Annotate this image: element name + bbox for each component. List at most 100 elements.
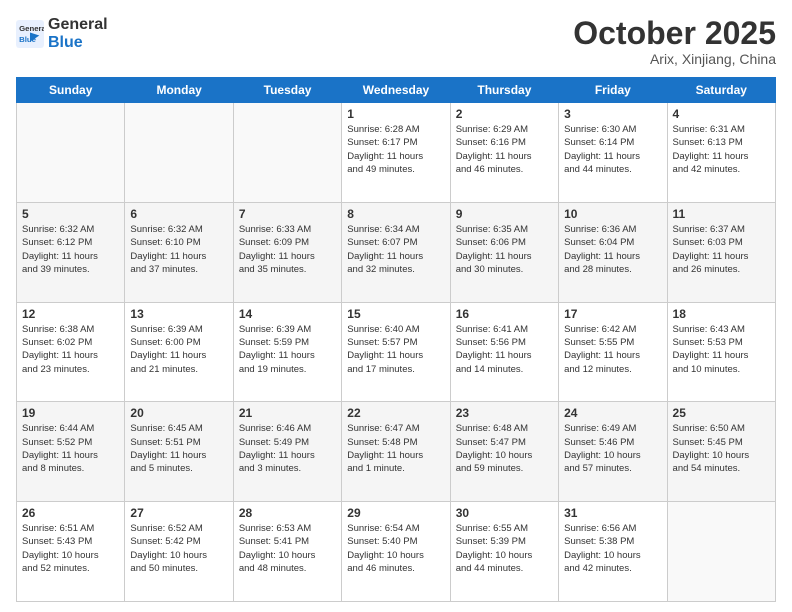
day-number: 7 <box>239 207 336 221</box>
day-number: 13 <box>130 307 227 321</box>
day-number: 11 <box>673 207 770 221</box>
svg-text:General: General <box>19 23 44 32</box>
header-day-thursday: Thursday <box>450 78 558 103</box>
day-number: 25 <box>673 406 770 420</box>
day-number: 12 <box>22 307 119 321</box>
day-cell: 10Sunrise: 6:36 AM Sunset: 6:04 PM Dayli… <box>559 202 667 302</box>
day-number: 3 <box>564 107 661 121</box>
day-info: Sunrise: 6:56 AM Sunset: 5:38 PM Dayligh… <box>564 522 661 575</box>
day-info: Sunrise: 6:31 AM Sunset: 6:13 PM Dayligh… <box>673 123 770 176</box>
day-cell: 3 Sunrise: 6:30 AM Sunset: 6:14 PM Daylig… <box>559 103 667 203</box>
day-number: 4 <box>673 107 770 121</box>
week-row-5: 26Sunrise: 6:51 AM Sunset: 5:43 PM Dayli… <box>17 502 776 602</box>
day-cell: 23 Sunrise: 6:48 AM Sunset: 5:47 PM Dayli… <box>450 402 558 502</box>
day-cell <box>125 103 233 203</box>
day-cell: 11 Sunrise: 6:37 AM Sunset: 6:03 PM Dayli… <box>667 202 775 302</box>
day-info: Sunrise: 6:34 AM Sunset: 6:07 PM Dayligh… <box>347 223 444 276</box>
day-cell <box>233 103 341 203</box>
day-number: 10 <box>564 207 661 221</box>
day-info: Sunrise: 6:29 AM Sunset: 6:16 PM Dayligh… <box>456 123 553 176</box>
day-cell: 19Sunrise: 6:44 AM Sunset: 5:52 PM Dayli… <box>17 402 125 502</box>
main-title: October 2025 <box>573 16 776 51</box>
day-cell: 13Sunrise: 6:39 AM Sunset: 6:00 PM Dayli… <box>125 302 233 402</box>
day-info: Sunrise: 6:33 AM Sunset: 6:09 PM Dayligh… <box>239 223 336 276</box>
day-number: 17 <box>564 307 661 321</box>
week-row-1: 1Sunrise: 6:28 AM Sunset: 6:17 PM Daylig… <box>17 103 776 203</box>
day-cell <box>667 502 775 602</box>
calendar-header: SundayMondayTuesdayWednesdayThursdayFrid… <box>17 78 776 103</box>
day-info: Sunrise: 6:54 AM Sunset: 5:40 PM Dayligh… <box>347 522 444 575</box>
day-cell: 22Sunrise: 6:47 AM Sunset: 5:48 PM Dayli… <box>342 402 450 502</box>
day-number: 14 <box>239 307 336 321</box>
day-number: 6 <box>130 207 227 221</box>
day-cell: 12 Sunrise: 6:38 AM Sunset: 6:02 PM Dayli… <box>17 302 125 402</box>
subtitle: Arix, Xinjiang, China <box>573 51 776 67</box>
day-info: Sunrise: 6:37 AM Sunset: 6:03 PM Dayligh… <box>673 223 770 276</box>
day-number: 30 <box>456 506 553 520</box>
header: General Blue General Blue October 2025 A… <box>16 16 776 67</box>
day-info: Sunrise: 6:50 AM Sunset: 5:45 PM Dayligh… <box>673 422 770 475</box>
day-cell: 17 Sunrise: 6:42 AM Sunset: 5:55 PM Dayli… <box>559 302 667 402</box>
day-number: 21 <box>239 406 336 420</box>
day-number: 27 <box>130 506 227 520</box>
day-number: 31 <box>564 506 661 520</box>
day-info: Sunrise: 6:48 AM Sunset: 5:47 PM Dayligh… <box>456 422 553 475</box>
day-number: 22 <box>347 406 444 420</box>
week-row-4: 19Sunrise: 6:44 AM Sunset: 5:52 PM Dayli… <box>17 402 776 502</box>
day-number: 20 <box>130 406 227 420</box>
header-day-saturday: Saturday <box>667 78 775 103</box>
day-cell: 21 Sunrise: 6:46 AM Sunset: 5:49 PM Dayli… <box>233 402 341 502</box>
day-cell: 4 Sunrise: 6:31 AM Sunset: 6:13 PM Daylig… <box>667 103 775 203</box>
calendar-table: SundayMondayTuesdayWednesdayThursdayFrid… <box>16 77 776 602</box>
day-info: Sunrise: 6:44 AM Sunset: 5:52 PM Dayligh… <box>22 422 119 475</box>
day-info: Sunrise: 6:40 AM Sunset: 5:57 PM Dayligh… <box>347 323 444 376</box>
day-cell: 15Sunrise: 6:40 AM Sunset: 5:57 PM Dayli… <box>342 302 450 402</box>
day-cell: 20 Sunrise: 6:45 AM Sunset: 5:51 PM Dayli… <box>125 402 233 502</box>
day-number: 16 <box>456 307 553 321</box>
title-block: October 2025 Arix, Xinjiang, China <box>573 16 776 67</box>
week-row-3: 12 Sunrise: 6:38 AM Sunset: 6:02 PM Dayli… <box>17 302 776 402</box>
header-row: SundayMondayTuesdayWednesdayThursdayFrid… <box>17 78 776 103</box>
header-day-tuesday: Tuesday <box>233 78 341 103</box>
day-cell: 7 Sunrise: 6:33 AM Sunset: 6:09 PM Daylig… <box>233 202 341 302</box>
day-info: Sunrise: 6:45 AM Sunset: 5:51 PM Dayligh… <box>130 422 227 475</box>
day-info: Sunrise: 6:28 AM Sunset: 6:17 PM Dayligh… <box>347 123 444 176</box>
day-cell: 9 Sunrise: 6:35 AM Sunset: 6:06 PM Daylig… <box>450 202 558 302</box>
day-info: Sunrise: 6:46 AM Sunset: 5:49 PM Dayligh… <box>239 422 336 475</box>
day-cell: 30 Sunrise: 6:55 AM Sunset: 5:39 PM Dayli… <box>450 502 558 602</box>
day-number: 5 <box>22 207 119 221</box>
day-number: 24 <box>564 406 661 420</box>
day-number: 8 <box>347 207 444 221</box>
day-info: Sunrise: 6:35 AM Sunset: 6:06 PM Dayligh… <box>456 223 553 276</box>
day-cell: 24 Sunrise: 6:49 AM Sunset: 5:46 PM Dayli… <box>559 402 667 502</box>
day-info: Sunrise: 6:49 AM Sunset: 5:46 PM Dayligh… <box>564 422 661 475</box>
logo-icon: General Blue <box>16 20 44 48</box>
day-cell: 6 Sunrise: 6:32 AM Sunset: 6:10 PM Daylig… <box>125 202 233 302</box>
day-info: Sunrise: 6:53 AM Sunset: 5:41 PM Dayligh… <box>239 522 336 575</box>
day-info: Sunrise: 6:51 AM Sunset: 5:43 PM Dayligh… <box>22 522 119 575</box>
calendar-body: 1Sunrise: 6:28 AM Sunset: 6:17 PM Daylig… <box>17 103 776 602</box>
header-day-sunday: Sunday <box>17 78 125 103</box>
day-number: 23 <box>456 406 553 420</box>
day-cell: 25 Sunrise: 6:50 AM Sunset: 5:45 PM Dayli… <box>667 402 775 502</box>
day-cell: 26Sunrise: 6:51 AM Sunset: 5:43 PM Dayli… <box>17 502 125 602</box>
header-day-monday: Monday <box>125 78 233 103</box>
header-day-friday: Friday <box>559 78 667 103</box>
day-number: 18 <box>673 307 770 321</box>
svg-text:Blue: Blue <box>19 34 37 43</box>
week-row-2: 5 Sunrise: 6:32 AM Sunset: 6:12 PM Daylig… <box>17 202 776 302</box>
day-info: Sunrise: 6:30 AM Sunset: 6:14 PM Dayligh… <box>564 123 661 176</box>
day-info: Sunrise: 6:32 AM Sunset: 6:10 PM Dayligh… <box>130 223 227 276</box>
day-info: Sunrise: 6:32 AM Sunset: 6:12 PM Dayligh… <box>22 223 119 276</box>
logo-text: General Blue <box>48 16 108 51</box>
day-info: Sunrise: 6:38 AM Sunset: 6:02 PM Dayligh… <box>22 323 119 376</box>
logo: General Blue General Blue <box>16 16 108 51</box>
day-info: Sunrise: 6:52 AM Sunset: 5:42 PM Dayligh… <box>130 522 227 575</box>
day-info: Sunrise: 6:42 AM Sunset: 5:55 PM Dayligh… <box>564 323 661 376</box>
day-info: Sunrise: 6:55 AM Sunset: 5:39 PM Dayligh… <box>456 522 553 575</box>
day-info: Sunrise: 6:39 AM Sunset: 5:59 PM Dayligh… <box>239 323 336 376</box>
day-cell <box>17 103 125 203</box>
day-number: 9 <box>456 207 553 221</box>
day-cell: 31 Sunrise: 6:56 AM Sunset: 5:38 PM Dayli… <box>559 502 667 602</box>
day-info: Sunrise: 6:41 AM Sunset: 5:56 PM Dayligh… <box>456 323 553 376</box>
